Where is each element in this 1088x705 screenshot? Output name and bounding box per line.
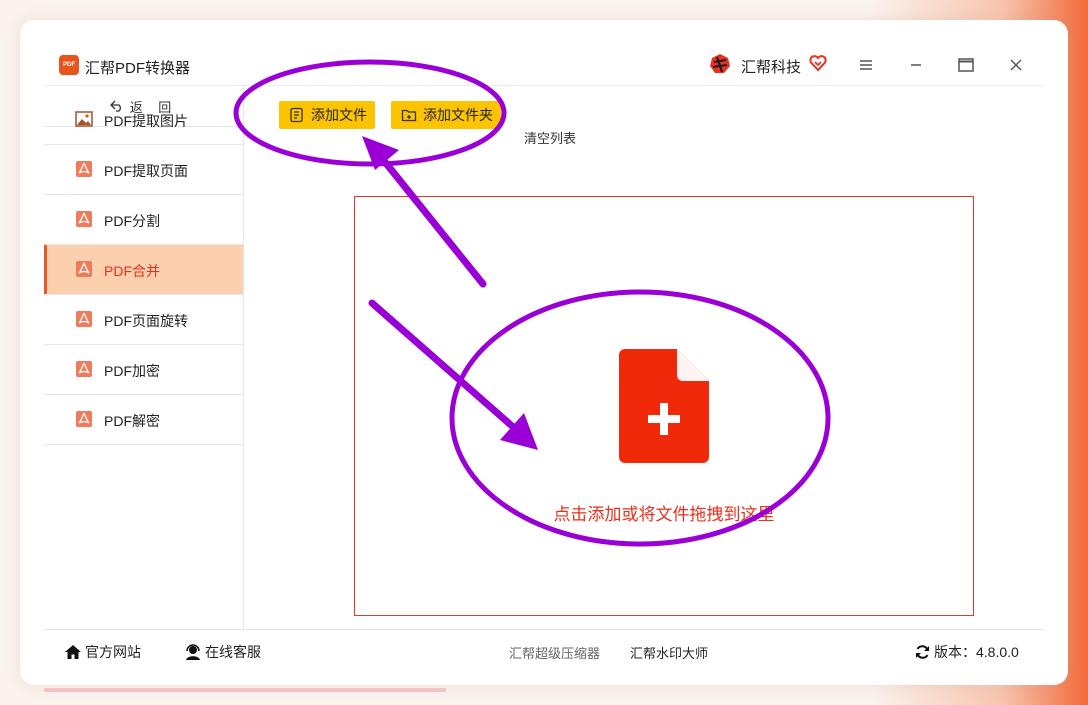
version-label: 版本：4.8.0.0	[934, 644, 1019, 660]
version-info[interactable]: 版本：4.8.0.0	[914, 642, 1019, 662]
window-shadow-accent	[44, 688, 446, 692]
website-link[interactable]: 官方网站	[64, 642, 141, 662]
maximize-button[interactable]	[954, 53, 978, 77]
sidebar-item-encrypt[interactable]: PDF加密	[44, 345, 243, 395]
watermark-link[interactable]: 汇帮水印大师	[630, 643, 708, 662]
sidebar-item-extract-pages[interactable]: PDF提取页面	[44, 145, 243, 195]
pdf-icon	[76, 361, 92, 377]
sidebar-item-extract-images[interactable]: PDF提取图片	[44, 95, 243, 145]
sidebar-item-label: PDF分割	[104, 213, 160, 229]
support-label: 在线客服	[205, 644, 261, 660]
pdf-icon	[76, 161, 92, 177]
sidebar-item-label: PDF加密	[104, 363, 160, 379]
pdf-icon	[76, 261, 92, 277]
compressor-link[interactable]: 汇帮超级压缩器	[509, 643, 600, 662]
sidebar-item-merge[interactable]: PDF合并	[44, 245, 243, 295]
sidebar-item-label: PDF解密	[104, 413, 160, 429]
image-icon	[75, 111, 93, 127]
sidebar: 返 回 PDF提取图片 PDF提取页面 PDF分割 PDF合并 PDF页面旋转 …	[44, 86, 244, 629]
sidebar-item-rotate[interactable]: PDF页面旋转	[44, 295, 243, 345]
minimize-button[interactable]	[904, 53, 928, 77]
sidebar-item-label: PDF页面旋转	[104, 313, 188, 329]
app-logo-icon: PDF	[59, 55, 79, 75]
drop-hint-text: 点击添加或将文件拖拽到这里	[553, 505, 775, 524]
pdf-icon	[76, 211, 92, 227]
sidebar-nav: PDF提取图片 PDF提取页面 PDF分割 PDF合并 PDF页面旋转 PDF加…	[44, 95, 243, 445]
folder-add-icon	[401, 109, 417, 122]
menu-icon[interactable]	[854, 53, 878, 77]
app-body: PDF 汇帮PDF转换器 汇帮科技 返 回 PDF提取图片 PDF提取页面 PD…	[44, 44, 1044, 682]
add-pdf-file-icon	[619, 349, 709, 463]
add-folder-button[interactable]: 添加文件夹	[391, 101, 501, 129]
sidebar-item-label: PDF合并	[104, 263, 160, 279]
file-drop-zone[interactable]: 点击添加或将文件拖拽到这里	[354, 196, 974, 616]
app-title: 汇帮PDF转换器	[85, 60, 191, 77]
brand-name: 汇帮科技	[741, 59, 802, 76]
sidebar-item-label: PDF提取图片	[104, 113, 188, 129]
file-list-icon	[290, 107, 303, 123]
close-button[interactable]	[1004, 53, 1028, 77]
clear-list-button[interactable]: 清空列表	[524, 128, 576, 147]
app-window: PDF 汇帮PDF转换器 汇帮科技 返 回 PDF提取图片 PDF提取页面 PD…	[20, 20, 1068, 685]
refresh-icon	[916, 645, 929, 659]
title-bar: PDF 汇帮PDF转换器 汇帮科技	[44, 44, 1044, 86]
sidebar-item-decrypt[interactable]: PDF解密	[44, 395, 243, 445]
add-file-button[interactable]: 添加文件	[279, 101, 375, 129]
sidebar-item-split[interactable]: PDF分割	[44, 195, 243, 245]
home-icon	[65, 645, 81, 659]
vip-heart-icon[interactable]	[809, 54, 827, 72]
sidebar-item-label: PDF提取页面	[104, 163, 188, 179]
headset-icon	[186, 644, 200, 660]
brand-logo-icon	[710, 54, 730, 73]
footer-bar: 官方网站 在线客服 汇帮超级压缩器 汇帮水印大师 版本：4.8.0.0	[44, 629, 1044, 683]
website-label: 官方网站	[85, 644, 141, 660]
pdf-icon	[76, 311, 92, 327]
support-link[interactable]: 在线客服	[184, 642, 261, 662]
pdf-icon	[76, 411, 92, 427]
add-folder-label: 添加文件夹	[423, 107, 493, 123]
add-file-label: 添加文件	[311, 107, 367, 123]
